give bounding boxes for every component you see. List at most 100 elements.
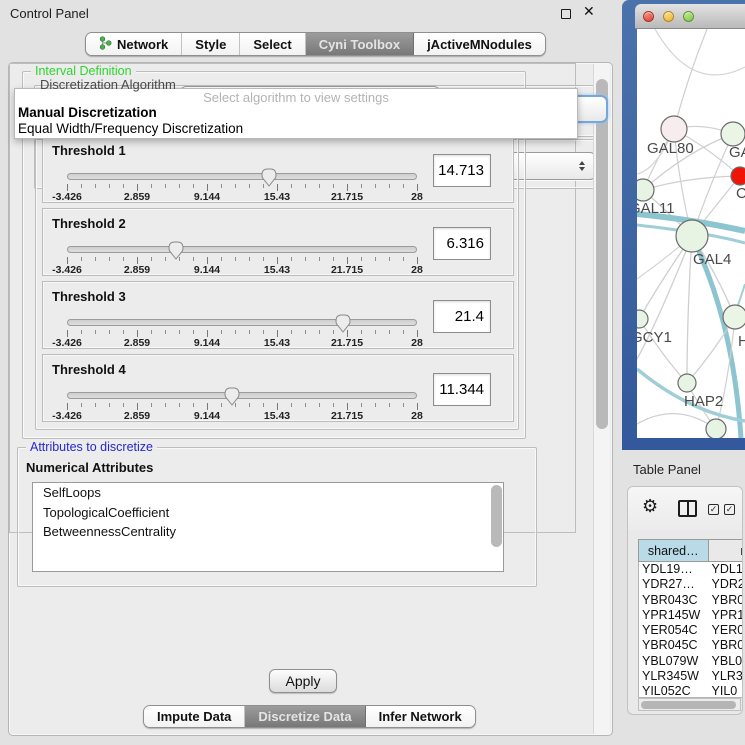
- slider-tick-labels: -3.426 2.859 9.144 15.43 21.715 28: [67, 337, 417, 348]
- tab-infer-network[interactable]: Infer Network: [366, 706, 475, 727]
- table-panel-toolbar: ⚙ ✓ ✓: [628, 487, 742, 531]
- tab-cyni-toolbox-label: Cyni Toolbox: [319, 37, 400, 52]
- table-cell: YBR0: [709, 638, 743, 653]
- tick-label: -3.426: [52, 410, 82, 422]
- tab-jactivemnodules[interactable]: jActiveMNodules: [414, 33, 545, 55]
- threshold-4-label: Threshold 4: [52, 362, 126, 377]
- network-node[interactable]: [731, 167, 745, 185]
- network-node[interactable]: [721, 122, 745, 146]
- algorithm-dropdown-popup: Select algorithm to view settings Manual…: [14, 88, 578, 139]
- network-tree-icon: [99, 36, 112, 53]
- network-node-label: GAL80: [647, 140, 694, 157]
- network-node-label: C: [736, 185, 745, 202]
- network-edge[interactable]: [687, 236, 692, 383]
- threshold-3-value-field[interactable]: 21.4: [433, 300, 491, 333]
- tick-label: 2.859: [124, 264, 150, 276]
- list-item[interactable]: BetweennessCentrality: [33, 522, 503, 533]
- network-node[interactable]: [661, 116, 687, 142]
- table-row[interactable]: YLR345WYLR3: [639, 669, 743, 684]
- table-row[interactable]: YDL19…YDL1: [639, 562, 743, 577]
- table-row[interactable]: YBR045CYBR0: [639, 638, 743, 653]
- table-row[interactable]: YBL079WYBL0: [639, 654, 743, 669]
- tab-network[interactable]: Network: [86, 33, 182, 55]
- table-cell: YBR043C: [639, 593, 709, 608]
- table-scrollbar-thumb[interactable]: [641, 701, 736, 709]
- list-scrollbar[interactable]: [491, 485, 502, 533]
- checkbox-icon[interactable]: ✓: [724, 504, 735, 515]
- tab-cyni-toolbox[interactable]: Cyni Toolbox: [306, 33, 414, 55]
- threshold-4-value-field[interactable]: 11.344: [433, 373, 491, 406]
- column-layout-icon[interactable]: [678, 500, 697, 517]
- network-window-titlebar[interactable]: [635, 4, 745, 29]
- threshold-2-slider[interactable]: [67, 246, 417, 253]
- network-edge[interactable]: [655, 29, 745, 75]
- threshold-1-panel: Threshold 1 -3.426 2.859 9.144 15.43 21.…: [42, 135, 514, 203]
- threshold-2-label: Threshold 2: [52, 216, 126, 231]
- tick-label: 9.144: [194, 410, 220, 422]
- table-body: YDL19…YDL1 YDR27…YDR2 YBR043CYBR0 YPR145…: [638, 562, 743, 698]
- threshold-4-slider[interactable]: [67, 392, 417, 399]
- threshold-2-value-field[interactable]: 6.316: [433, 227, 491, 260]
- table-row[interactable]: YER054CYER0: [639, 623, 743, 638]
- table-row[interactable]: YBR043CYBR0: [639, 593, 743, 608]
- threshold-1-slider[interactable]: [67, 173, 417, 180]
- network-node[interactable]: [637, 179, 654, 201]
- tick-label: 15.43: [264, 410, 290, 422]
- tick-label: 9.144: [194, 264, 220, 276]
- network-canvas[interactable]: GAL80GACGAL11GAL4GCY1HHAP2: [637, 29, 745, 438]
- tab-impute-data-label: Impute Data: [157, 709, 231, 724]
- tab-impute-data[interactable]: Impute Data: [144, 706, 245, 727]
- network-node[interactable]: [723, 305, 745, 329]
- float-window-icon[interactable]: [561, 9, 571, 19]
- zoom-traffic-light-icon[interactable]: [683, 11, 694, 22]
- tick-label: 21.715: [331, 191, 363, 203]
- network-node[interactable]: [678, 374, 696, 392]
- algorithm-option-equal-width[interactable]: Equal Width/Frequency Discretization: [15, 121, 577, 137]
- algorithm-group-title: Discretization Algorithm: [40, 77, 176, 92]
- column-header-shared[interactable]: shared…: [639, 540, 709, 561]
- threshold-3-slider[interactable]: [67, 319, 417, 326]
- network-view-window: GAL80GACGAL11GAL4GCY1HHAP2: [622, 0, 745, 450]
- table-horizontal-scrollbar[interactable]: [638, 698, 741, 711]
- thresholds-groupbox: Threshold's Coordinates for 5 Intervals …: [35, 120, 519, 430]
- table-cell: YPR1: [709, 608, 743, 623]
- column-header-name[interactable]: na: [709, 540, 743, 561]
- tab-jactivemnodules-label: jActiveMNodules: [427, 37, 532, 52]
- numerical-attributes-list[interactable]: SelfLoops TopologicalCoefficient Between…: [32, 482, 504, 533]
- network-edge[interactable]: [674, 29, 707, 129]
- network-node[interactable]: [637, 310, 648, 328]
- minimize-traffic-light-icon[interactable]: [663, 11, 674, 22]
- tab-discretize-data[interactable]: Discretize Data: [245, 706, 365, 727]
- close-icon[interactable]: ✕: [583, 3, 595, 20]
- table-row[interactable]: YDR27…YDR2: [639, 577, 743, 592]
- tab-select-label: Select: [253, 37, 291, 52]
- tick-label: 21.715: [331, 337, 363, 349]
- network-node[interactable]: [676, 220, 708, 252]
- table-cell: YDR2: [709, 577, 743, 592]
- tab-style[interactable]: Style: [182, 33, 240, 55]
- apply-button[interactable]: Apply: [269, 669, 337, 693]
- algorithm-option-manual[interactable]: Manual Discretization: [15, 105, 577, 121]
- network-node-label: HAP2: [684, 393, 723, 410]
- network-edge[interactable]: [637, 414, 716, 429]
- threshold-1-value-field[interactable]: 14.713: [433, 154, 491, 187]
- network-node[interactable]: [706, 419, 726, 438]
- tab-select[interactable]: Select: [240, 33, 305, 55]
- threshold-4-panel: Threshold 4 -3.426 2.859 9.144 15.43 21.…: [42, 354, 514, 422]
- list-item[interactable]: SelfLoops: [33, 483, 503, 503]
- table-cell: YDL1: [709, 562, 743, 577]
- table-cell: YBL079W: [639, 654, 709, 669]
- checkbox-icon[interactable]: ✓: [708, 504, 719, 515]
- tab-style-label: Style: [195, 37, 226, 52]
- tick-label: 28: [411, 191, 423, 203]
- list-item[interactable]: TopologicalCoefficient: [33, 503, 503, 523]
- gear-icon[interactable]: ⚙: [642, 496, 658, 517]
- close-traffic-light-icon[interactable]: [643, 11, 654, 22]
- threshold-1-label: Threshold 1: [52, 143, 126, 158]
- table-cell: YER0: [709, 623, 743, 638]
- table-row[interactable]: YPR145WYPR1: [639, 608, 743, 623]
- table-cell: YBR0: [709, 593, 743, 608]
- table-row[interactable]: YIL052CYIL0: [639, 684, 743, 698]
- threshold-2-panel: Threshold 2 -3.426 2.859 9.144 15.43 21.…: [42, 208, 514, 276]
- network-node-label: GA: [729, 144, 745, 161]
